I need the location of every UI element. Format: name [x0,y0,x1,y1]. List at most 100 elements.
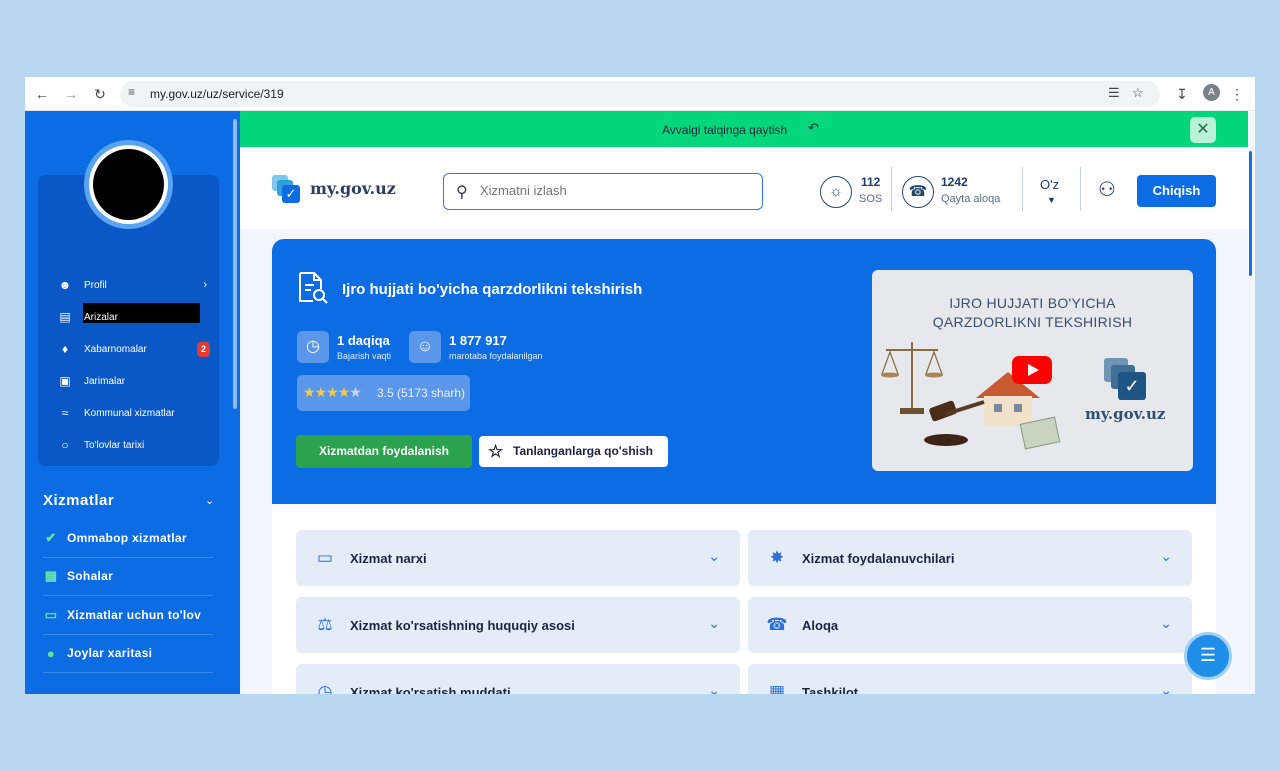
sidebar-item-label: Joylar xaritasi [67,646,153,661]
language-selector[interactable]: O'z [1040,177,1059,192]
accordion-foydalanuvchilar[interactable]: ✸ Xizmat foydalanuvchilari ⌄ [748,530,1192,586]
rating-text: 3.5 (5173 sharh) [377,386,466,400]
logout-button[interactable]: Chiqish [1137,175,1216,207]
star-outline-icon: ☆ [488,442,504,461]
sidebar-item-label: Xizmatlar uchun to'lov [67,607,202,622]
star-icon: ★ [314,384,328,400]
sidebar-item-arizalar[interactable]: ▤ Arizalar [38,301,219,333]
user-icon: ☻ [58,278,72,292]
search-icon: ⚲ [456,184,468,201]
clock-icon: ◷ [297,331,329,363]
sidebar-item-ommabop[interactable]: ✔ Ommabop xizmatlar [43,519,213,558]
avatar-image-redacted [93,149,164,220]
chevron-down-icon: ⌄ [1160,682,1172,694]
video-thumbnail[interactable]: IJRO HUJJATI BO'YICHA QARZDORLIKNI TEKSH… [872,270,1193,471]
sidebar-scrollbar[interactable] [233,119,237,409]
sidebar-item-profil[interactable]: ☻ Profil › [38,269,219,301]
return-arrow-icon: ↶ [808,120,819,135]
services-section-title: Xizmatlar [43,492,115,509]
sos-number[interactable]: 112 [861,175,880,189]
chat-support-button[interactable]: ☰ [1184,632,1232,680]
add-to-favorites-button[interactable]: ☆ Tanlanganlarga qo'shish [479,436,668,467]
phone-icon: ☎ [766,615,788,634]
browser-window: ← → ↻ ≡ my.gov.uz/uz/service/319 ☰ ☆ ↧ A… [25,77,1255,694]
chevron-right-icon: › [203,279,207,291]
profile-menu: ☻ Profil › ▤ Arizalar ♦ Xabarnomalar 2 ▣… [38,269,219,461]
duration-value: 1 daqiqa [337,333,390,348]
logo-text[interactable]: my.gov.uz [310,179,396,198]
accordion-xizmat-narxi[interactable]: ▭ Xizmat narxi ⌄ [296,530,740,586]
sidebar-item-label: Profil [84,279,107,291]
search-input[interactable] [480,183,740,198]
person-icon: ✸ [769,548,785,567]
more-menu-icon[interactable]: ⋮ [1228,85,1246,103]
accordion-huquqiy-asos[interactable]: ⚖ Xizmat ko'rsatishning huquqiy asosi ⌄ [296,597,740,653]
building-icon: ▦ [768,682,786,694]
accordion-label: Xizmat narxi [350,551,427,566]
camera-icon: ▣ [59,374,71,388]
site-settings-icon[interactable]: ≡ [128,85,135,99]
sidebar-item-sohalar[interactable]: ▦ Sohalar [43,558,213,596]
gavel-illustration [924,400,985,446]
forward-arrow-icon[interactable]: → [62,85,80,103]
sidebar-item-tolovlar-tarixi[interactable]: ○ To'lovlar tarixi [38,429,219,461]
accordion-label: Tashkilot [802,685,859,694]
accessibility-icon[interactable]: ⚇ [1098,177,1116,202]
address-bar[interactable]: ≡ my.gov.uz/uz/service/319 ☰ ☆ [120,81,1160,107]
close-icon[interactable]: ✕ [1190,117,1216,143]
sidebar-item-kommunal[interactable]: ≈ Kommunal xizmatlar [38,397,219,429]
sidebar-item-label: Sohalar [67,569,114,584]
site-header: ✓ my.gov.uz ⚲ ☼ 112 SOS ☎ 1242 Qayta alo… [240,147,1248,229]
sidebar-item-joylar-xaritasi[interactable]: ● Joylar xaritasi [43,635,213,673]
header-divider [1080,167,1081,211]
document-search-icon [299,272,328,304]
chevron-down-icon[interactable]: ⌄ [205,494,214,507]
profile-avatar-icon[interactable]: A [1203,84,1220,101]
youtube-play-icon[interactable] [1012,356,1052,384]
back-to-old-version-bar[interactable]: Avvalgi talqinga qaytish ↶ ✕ [240,111,1248,147]
service-details-accordion: ▭ Xizmat narxi ⌄ ✸ Xizmat foydalanuvchil… [272,504,1216,694]
accordion-label: Aloqa [802,618,839,633]
chevron-down-icon: ⌄ [708,548,720,564]
url-text: my.gov.uz/uz/service/319 [150,87,284,101]
sidebar-item-label: Xabarnomalar [84,343,147,355]
callback-number[interactable]: 1242 [941,175,968,189]
rating-box[interactable]: ★★★★★ 3.5 (5173 sharh) [297,375,470,411]
badge-check-icon: ✔ [45,529,57,545]
accordion-muddat[interactable]: ◷ Xizmat ko'rsatish muddati ⌄ [296,664,740,694]
main-scrollbar[interactable] [1249,151,1252,276]
reload-icon[interactable]: ↻ [91,85,109,103]
caret-down-icon[interactable]: ▼ [1047,195,1056,205]
sidebar-item-jarimalar[interactable]: ▣ Jarimalar [38,365,219,397]
header-divider [1022,167,1023,211]
avatar[interactable] [84,140,173,229]
search-field[interactable]: ⚲ [443,173,763,210]
chat-bubble-icon: ☰ [1199,645,1217,665]
sidebar-item-label: Arizalar [84,311,118,323]
sidebar-item-xabarnomalar[interactable]: ♦ Xabarnomalar 2 [38,333,219,365]
usage-value: 1 877 917 [449,333,507,348]
accordion-label: Xizmat ko'rsatishning huquqiy asosi [350,618,575,633]
header-divider [891,167,892,211]
sidebar-item-tolov[interactable]: ▭ Xizmatlar uchun to'lov [43,596,213,635]
back-arrow-icon[interactable]: ← [33,85,51,103]
phone-icon[interactable]: ☎ [902,176,934,208]
accordion-tashkilot[interactable]: ▦ Tashkilot ⌄ [748,664,1192,694]
star-icon: ★ [349,384,362,400]
usage-label: marotaba foydalanilgan [449,351,543,361]
scales-icon: ⚖ [317,615,333,634]
sidebar-item-label: Kommunal xizmatlar [84,407,175,419]
video-logo-text: my.gov.uz [1085,405,1166,423]
rating-stars: ★★★★★ [303,384,362,401]
clock-icon: ◷ [317,682,333,694]
utilities-icon: ≈ [61,406,69,420]
bookmark-star-icon[interactable]: ☆ [1132,85,1144,101]
translate-icon[interactable]: ☰ [1108,85,1120,101]
main-content: Avvalgi talqinga qaytish ↶ ✕ ✓ my.gov.uz… [240,111,1255,694]
download-icon[interactable]: ↧ [1173,85,1191,103]
logo-icon[interactable]: ✓ [272,175,302,203]
use-service-button[interactable]: Xizmatdan foydalanish [296,435,472,468]
document-icon: ▤ [59,310,71,324]
sos-alarm-icon[interactable]: ☼ [820,176,852,208]
accordion-aloqa[interactable]: ☎ Aloqa ⌄ [748,597,1192,653]
